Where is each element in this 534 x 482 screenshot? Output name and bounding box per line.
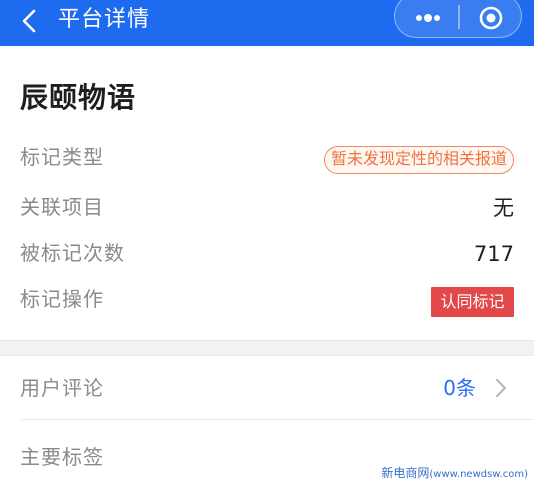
top-nav-bar: 平台详情 <box>0 0 534 46</box>
chevron-left-icon <box>22 9 36 33</box>
page-title: 平台详情 <box>58 7 151 32</box>
comments-label[interactable]: 用户评论 <box>20 373 104 403</box>
more-button[interactable] <box>403 0 453 35</box>
comments-arrow[interactable] <box>494 376 508 400</box>
related-project-label: 关联项目 <box>20 195 104 219</box>
watermark-url: (www.newdsw.com) <box>429 469 528 480</box>
platform-name: 辰颐物语 <box>20 81 137 114</box>
related-project-value: 无 <box>493 196 514 220</box>
tag-type-badge: 暂未发现定性的相关报道 <box>323 146 514 174</box>
back-button[interactable] <box>14 4 46 40</box>
tag-type-label: 标记类型 <box>20 145 104 169</box>
comments-count[interactable]: 0条 <box>443 373 476 403</box>
agree-tag-button[interactable]: 认同标记 <box>431 287 514 317</box>
tag-count-value: 717 <box>473 242 514 266</box>
main-tags-label: 主要标签 <box>20 445 104 469</box>
capsule-divider <box>458 5 460 29</box>
tag-action-label: 标记操作 <box>20 287 104 311</box>
target-circle-icon <box>479 6 503 30</box>
watermark-text: 新电商网 <box>381 466 430 480</box>
section-divider <box>0 340 534 356</box>
more-dots-icon <box>416 14 440 22</box>
mini-program-capsule <box>394 0 522 38</box>
row-separator <box>20 419 534 420</box>
watermark: 新电商网(www.newdsw.com) <box>381 464 528 481</box>
tag-count-label: 被标记次数 <box>20 241 125 265</box>
chevron-right-icon <box>496 379 506 397</box>
close-mini-program-button[interactable] <box>469 0 513 35</box>
